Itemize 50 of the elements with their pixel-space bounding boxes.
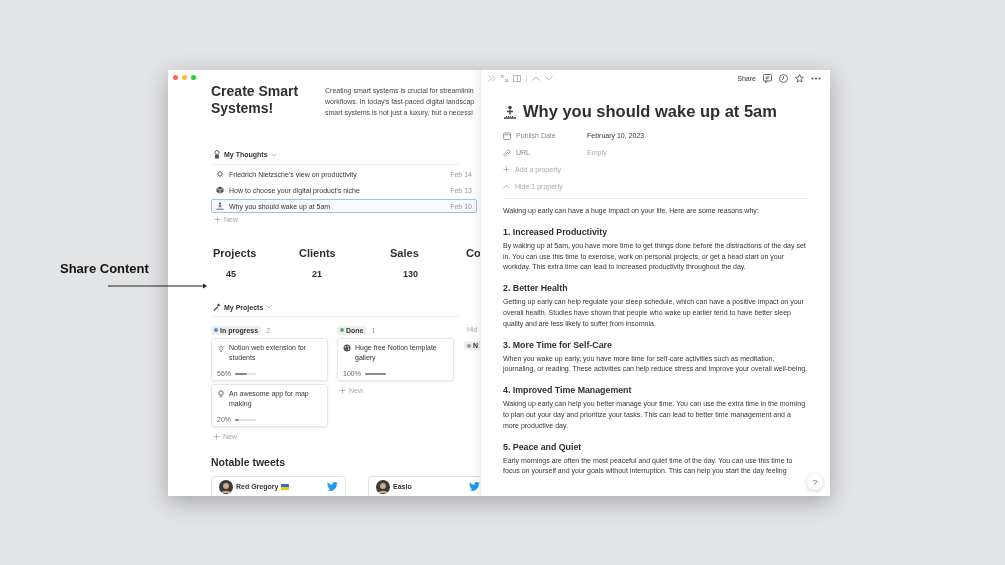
figure-icon [213, 150, 221, 159]
link-icon [503, 148, 511, 157]
comment-icon [763, 73, 772, 83]
chevron-up-icon [532, 75, 540, 81]
progress-bar [364, 372, 386, 375]
section-heading: Notable tweets [211, 456, 287, 468]
chevron-down-icon [266, 305, 273, 309]
star-icon [795, 73, 804, 83]
avatar-icon [219, 480, 233, 494]
stat-label: Clients [299, 247, 337, 259]
plus-icon [503, 166, 510, 173]
chevron-up-icon [503, 184, 510, 189]
chevron-down-icon [270, 152, 277, 157]
stat-label: Projects [213, 247, 258, 259]
page-title: Why you should wake up at 5am [523, 102, 777, 121]
plus-icon [339, 387, 346, 394]
pin-icon [217, 390, 225, 398]
figure-icon [216, 202, 224, 210]
double-chevron-icon [488, 74, 496, 82]
avatar-icon [376, 480, 390, 494]
expand-icon [501, 74, 508, 82]
section-heading: 5. Peace and Quiet [503, 441, 583, 452]
bird-icon [327, 482, 338, 491]
stat-label: Co [466, 247, 480, 259]
stat-label: Sales [390, 247, 420, 259]
clock-icon [779, 73, 788, 83]
gear-icon [216, 170, 224, 178]
annotation-label: Share Content [60, 261, 150, 276]
section-heading: 1. Increased Productivity [503, 226, 609, 237]
more-icon [811, 76, 821, 80]
section-heading: 2. Better Health [503, 283, 569, 294]
figure-icon [503, 104, 517, 119]
bird-icon [469, 482, 480, 491]
stat-value: 130 [403, 269, 420, 279]
stat-value: 45 [226, 269, 237, 279]
bulb-rays-icon [217, 344, 225, 352]
cube-icon [216, 186, 224, 194]
section-heading: 4. Improved Time Management [503, 385, 633, 396]
plus-icon [213, 433, 220, 440]
palette-icon [343, 344, 351, 352]
section-heading: 3. More Time for Self-Care [503, 339, 613, 350]
help-button[interactable]: ? [807, 474, 823, 490]
chevron-down-icon [545, 75, 553, 81]
stat-value: 21 [312, 269, 323, 279]
page-title: Create Smart Systems! [211, 83, 300, 118]
calendar-icon [503, 131, 511, 140]
plus-icon [214, 216, 221, 223]
progress-bar [235, 372, 256, 375]
hammer-icon [213, 303, 221, 311]
panel-icon [513, 74, 521, 82]
